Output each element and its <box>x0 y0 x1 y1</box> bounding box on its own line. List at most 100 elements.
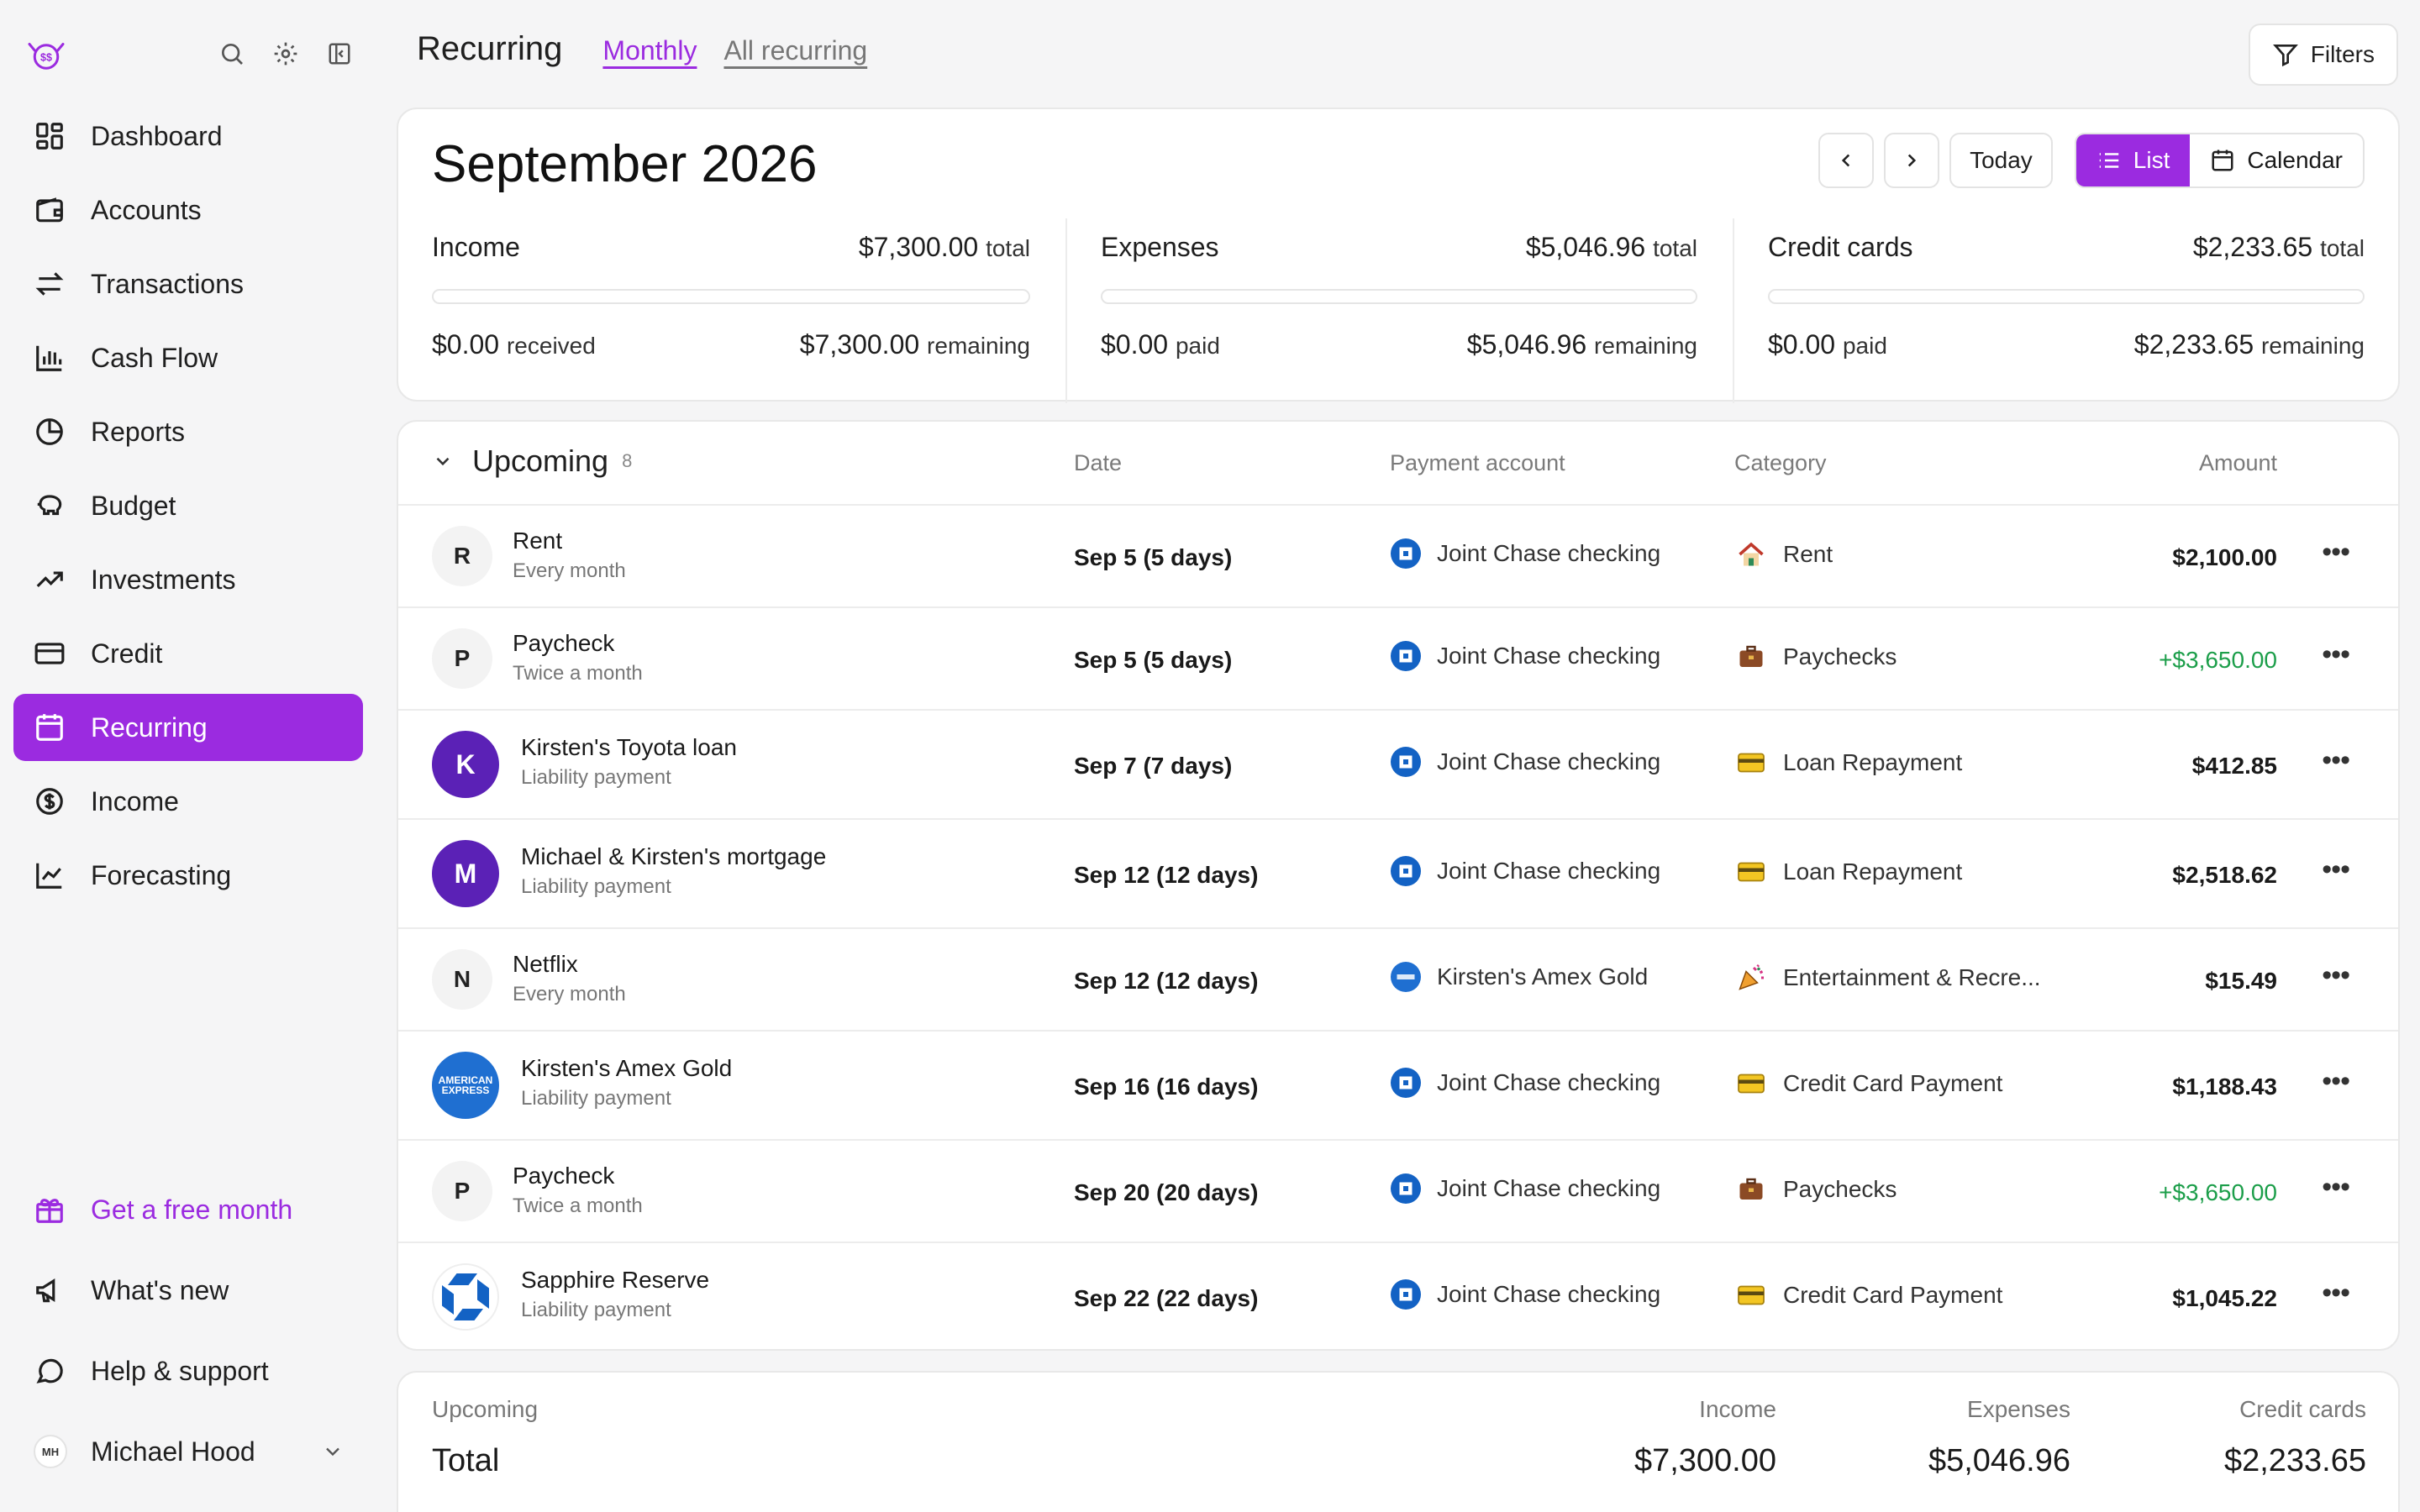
sidebar-item-income[interactable]: Income <box>13 768 363 835</box>
totals-expenses: $5,046.96 <box>1928 1443 2070 1478</box>
avatar: P <box>432 1161 492 1221</box>
row-account: Joint Chase checking <box>1390 538 1660 570</box>
row-category[interactable]: Credit Card Payment <box>1734 1067 2002 1100</box>
row-category[interactable]: Loan Repayment <box>1734 746 1962 780</box>
sidebar-item-forecasting[interactable]: Forecasting <box>13 842 363 909</box>
sidebar-item-recurring[interactable]: Recurring <box>13 694 363 761</box>
list-view-button[interactable]: List <box>2075 134 2191 186</box>
sidebar-item-transactions[interactable]: Transactions <box>13 250 363 318</box>
credit-paid: $0.00 <box>1768 329 1836 360</box>
sidebar-item-credit[interactable]: Credit <box>13 620 363 687</box>
totals-credit-label: Credit cards <box>2239 1396 2366 1422</box>
help-label: Help & support <box>91 1355 269 1386</box>
sidebar-item-accounts[interactable]: Accounts <box>13 176 363 244</box>
tab-all-recurring[interactable]: All recurring <box>723 35 867 66</box>
search-icon[interactable] <box>215 37 249 71</box>
chase-logo-icon <box>1390 640 1422 672</box>
calendar-icon <box>36 714 63 741</box>
row-account: Kirsten's Amex Gold <box>1390 961 1648 993</box>
gear-icon[interactable] <box>269 37 302 71</box>
sidebar-nav: Dashboard Accounts Transactions Cash Flo… <box>13 102 363 916</box>
calendar-view-label: Calendar <box>2247 147 2343 173</box>
list-icon <box>2099 153 2119 168</box>
row-frequency: Liability payment <box>521 1299 671 1321</box>
table-row[interactable]: N Netflix Every month Sep 12 (12 days) K… <box>398 929 2398 1032</box>
table-row[interactable]: P Paycheck Twice a month Sep 20 (20 days… <box>398 1141 2398 1243</box>
row-category[interactable]: Loan Repayment <box>1734 855 1962 889</box>
piggy-icon <box>37 495 62 516</box>
row-amount: +$3,650.00 <box>2159 1179 2277 1205</box>
row-date: Sep 12 (12 days) <box>1074 862 1259 888</box>
col-category: Category <box>1734 450 1827 475</box>
row-name: Rent <box>513 528 563 554</box>
dollar-icon <box>36 788 63 815</box>
get-free-month-link[interactable]: Get a free month <box>13 1176 363 1243</box>
whats-new-link[interactable]: What's new <box>13 1257 363 1324</box>
prev-month-button[interactable] <box>1818 133 1875 188</box>
tab-monthly[interactable]: Monthly <box>602 35 697 66</box>
row-date: Sep 7 (7 days) <box>1074 753 1233 779</box>
filters-button[interactable]: Filters <box>2248 24 2398 86</box>
table-row[interactable]: M Michael & Kirsten's mortgage Liability… <box>398 820 2398 929</box>
sidebar-item-label: Transactions <box>91 268 244 299</box>
upcoming-toggle[interactable]: Upcoming 8 <box>432 444 632 479</box>
table-row[interactable]: AMERICAN EXPRESS Kirsten's Amex Gold Lia… <box>398 1032 2398 1141</box>
more-options-icon[interactable]: ••• <box>2322 1065 2350 1098</box>
wallet-icon <box>36 197 63 223</box>
expenses-remaining: $5,046.96 <box>1466 329 1587 360</box>
category-name: Loan Repayment <box>1783 749 1963 775</box>
totals-income: $7,300.00 <box>1634 1443 1776 1478</box>
chevron-left-icon <box>1841 154 1850 167</box>
more-options-icon[interactable]: ••• <box>2322 959 2350 992</box>
row-category[interactable]: Entertainment & Recre... <box>1734 961 2041 995</box>
account-name: Joint Chase checking <box>1437 643 1661 669</box>
more-options-icon[interactable]: ••• <box>2322 744 2350 777</box>
next-month-button[interactable] <box>1884 133 1940 188</box>
chat-bubble-icon <box>36 1358 63 1383</box>
sidebar-item-dashboard[interactable]: Dashboard <box>13 102 363 170</box>
table-row[interactable]: K Kirsten's Toyota loan Liability paymen… <box>398 711 2398 820</box>
row-frequency: Liability payment <box>521 1087 671 1110</box>
briefcase-icon <box>1734 640 1768 674</box>
app-logo-icon[interactable]: $$ <box>24 32 69 77</box>
row-account: Joint Chase checking <box>1390 1067 1660 1099</box>
today-button[interactable]: Today <box>1949 133 2053 188</box>
sidebar-item-label: Reports <box>91 416 186 447</box>
month-controls: Today List Calendar <box>1818 133 2365 188</box>
user-menu[interactable]: MH Michael Hood <box>13 1418 363 1485</box>
row-category[interactable]: Rent <box>1734 538 1833 571</box>
sidebar-item-cash-flow[interactable]: Cash Flow <box>13 324 363 391</box>
chase-logo-icon <box>1390 1278 1422 1310</box>
more-options-icon[interactable]: ••• <box>2322 1277 2350 1310</box>
table-row[interactable]: R Rent Every month Sep 5 (5 days) Joint … <box>398 506 2398 608</box>
category-name: Credit Card Payment <box>1783 1282 2003 1308</box>
table-row[interactable]: Sapphire Reserve Liability payment Sep 2… <box>398 1243 2398 1349</box>
row-category[interactable]: Credit Card Payment <box>1734 1278 2002 1312</box>
more-options-icon[interactable]: ••• <box>2322 638 2350 671</box>
row-date: Sep 5 (5 days) <box>1074 544 1233 570</box>
briefcase-icon <box>1734 1173 1768 1206</box>
sidebar-item-reports[interactable]: Reports <box>13 398 363 465</box>
more-options-icon[interactable]: ••• <box>2322 853 2350 886</box>
list-header: Upcoming 8 Date Payment account Category… <box>398 422 2398 506</box>
category-name: Paychecks <box>1783 1176 1897 1202</box>
collapse-sidebar-icon[interactable] <box>323 37 356 71</box>
sidebar-item-investments[interactable]: Investments <box>13 546 363 613</box>
more-options-icon[interactable]: ••• <box>2322 536 2350 569</box>
more-options-icon[interactable]: ••• <box>2322 1171 2350 1204</box>
arrows-icon <box>35 272 64 296</box>
credit-progress-bar <box>1768 289 2365 304</box>
calendar-view-button[interactable]: Calendar <box>2190 134 2363 186</box>
chase-logo <box>432 1263 499 1331</box>
row-category[interactable]: Paychecks <box>1734 640 1897 674</box>
sidebar-item-budget[interactable]: Budget <box>13 472 363 539</box>
avatar: R <box>432 526 492 586</box>
row-date: Sep 16 (16 days) <box>1074 1074 1259 1100</box>
avatar: N <box>432 949 492 1010</box>
table-row[interactable]: P Paycheck Twice a month Sep 5 (5 days) … <box>398 608 2398 711</box>
row-category[interactable]: Paychecks <box>1734 1173 1897 1206</box>
help-support-link[interactable]: Help & support <box>13 1337 363 1404</box>
view-toggle: List Calendar <box>2074 133 2365 188</box>
month-summary-card: September 2026 Today List Calendar Incom… <box>397 108 2400 403</box>
account-name: Joint Chase checking <box>1437 1281 1661 1307</box>
